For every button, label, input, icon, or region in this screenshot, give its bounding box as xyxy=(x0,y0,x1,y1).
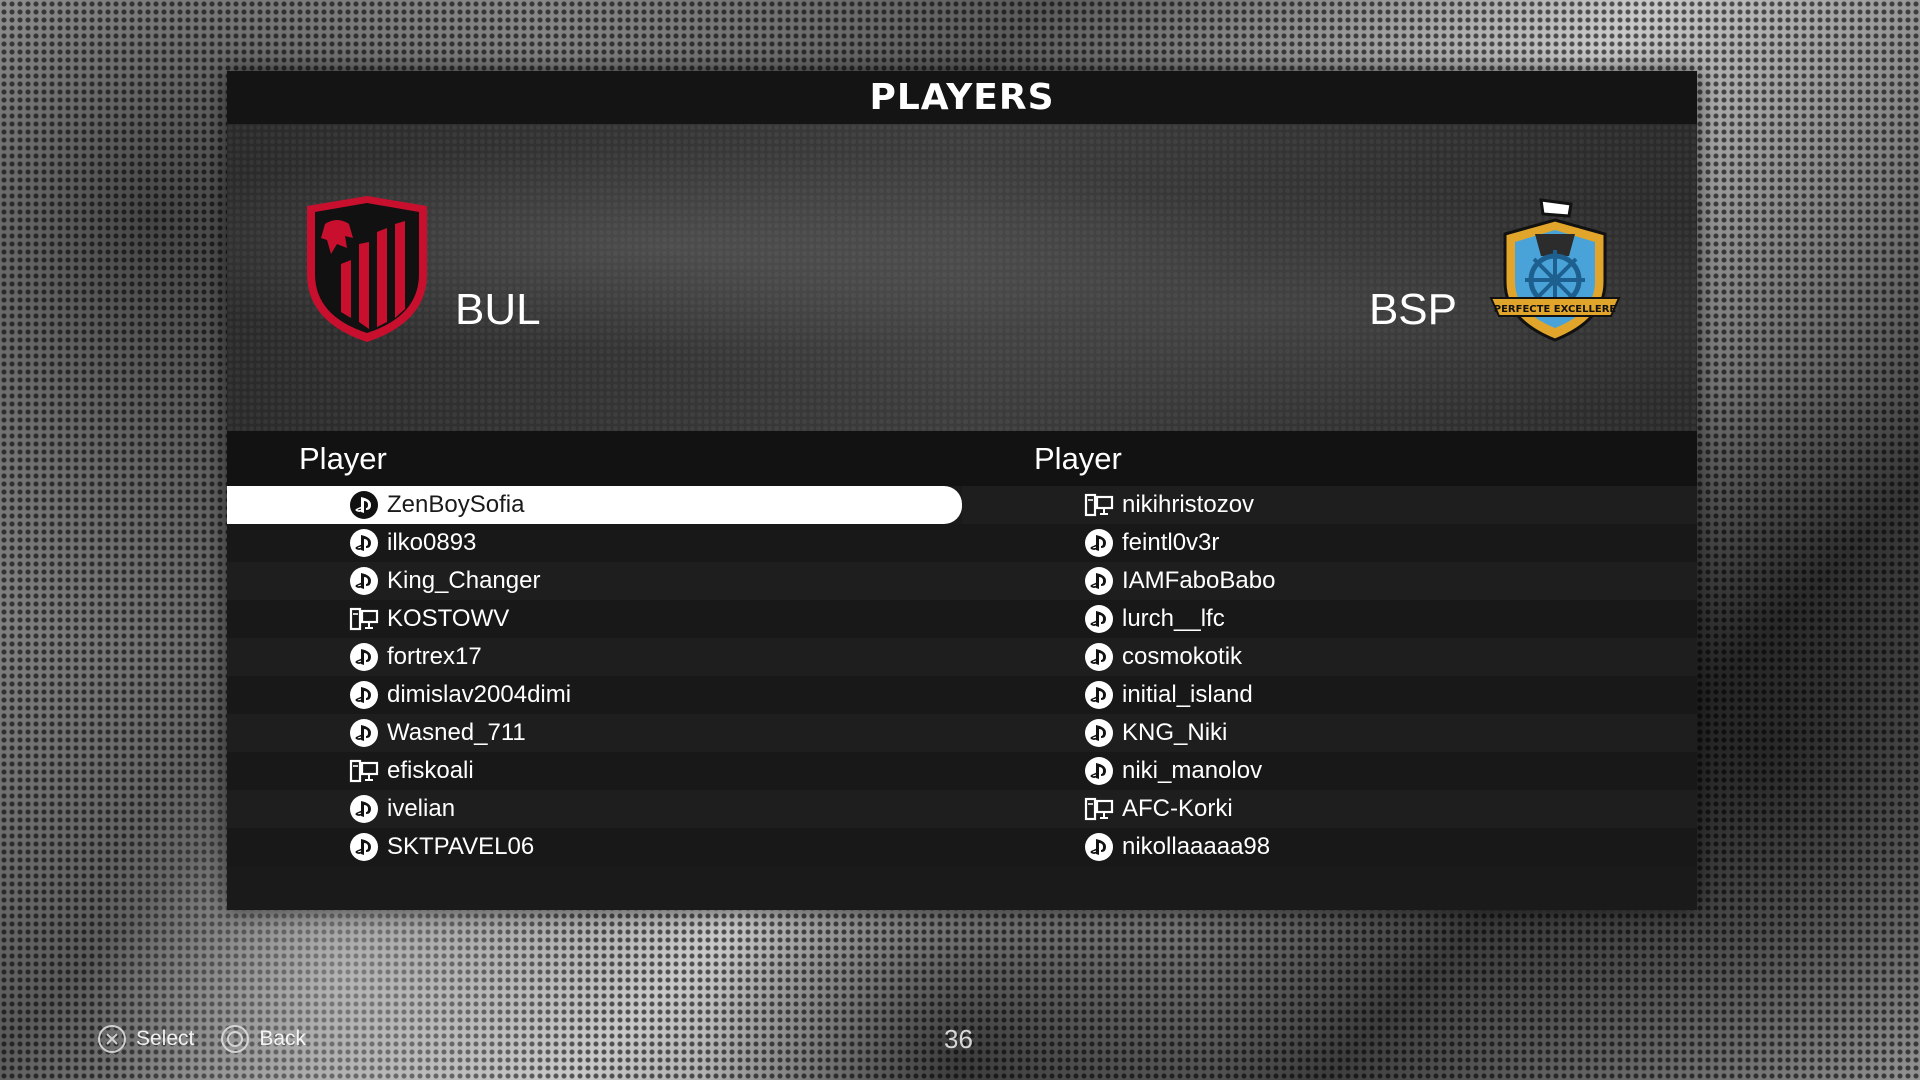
playstation-icon xyxy=(349,642,379,672)
playstation-icon xyxy=(1084,756,1114,786)
player-row[interactable]: ilko0893 xyxy=(227,524,962,562)
player-name: dimislav2004dimi xyxy=(387,681,572,708)
playstation-icon xyxy=(349,490,379,520)
player-row[interactable]: King_Changer xyxy=(227,562,962,600)
pc-icon xyxy=(1084,490,1114,520)
playstation-icon xyxy=(1084,718,1114,748)
pc-icon xyxy=(349,756,379,786)
player-name: KNG_Niki xyxy=(1122,719,1228,746)
player-name: SKTPAVEL06 xyxy=(387,833,535,860)
player-row[interactable]: ivelian xyxy=(227,790,962,828)
player-name: nikihristozov xyxy=(1122,491,1255,518)
player-name: King_Changer xyxy=(387,567,541,594)
lion-shield-crest-icon xyxy=(307,196,427,342)
playstation-icon xyxy=(1084,566,1114,596)
playstation-icon xyxy=(1084,528,1114,558)
player-name: ilko0893 xyxy=(387,529,477,556)
cross-button-icon xyxy=(98,1025,126,1053)
timer-counter: 36 xyxy=(944,1024,973,1054)
player-name: ZenBoySofia xyxy=(387,491,525,518)
playstation-icon xyxy=(349,566,379,596)
away-team-abbr: BSP xyxy=(1368,285,1457,334)
ship-wheel-crest-icon: PERFECTE EXCELLERE xyxy=(1489,198,1621,342)
svg-text:PERFECTE EXCELLERE: PERFECTE EXCELLERE xyxy=(1494,304,1617,315)
player-row[interactable]: initial_island xyxy=(962,676,1697,714)
pc-icon xyxy=(349,604,379,634)
playstation-icon xyxy=(349,718,379,748)
away-player-column-header: Player xyxy=(1034,441,1122,476)
player-name: cosmokotik xyxy=(1122,643,1243,670)
playstation-icon xyxy=(349,528,379,558)
player-name: Wasned_711 xyxy=(387,719,526,746)
page-title: PLAYERS xyxy=(227,71,1697,124)
player-row[interactable]: cosmokotik xyxy=(962,638,1697,676)
back-label: Back xyxy=(259,1027,307,1050)
player-row[interactable]: niki_manolov xyxy=(962,752,1697,790)
playstation-icon xyxy=(349,794,379,824)
pc-icon xyxy=(1084,794,1114,824)
player-name: nikollaaaaa98 xyxy=(1122,833,1271,860)
player-name: fortrex17 xyxy=(387,643,482,670)
home-team-abbr: BUL xyxy=(455,285,541,334)
home-team: BUL xyxy=(297,194,541,344)
players-list-header: Player Player xyxy=(227,431,1697,486)
player-row[interactable]: nikollaaaaa98 xyxy=(962,828,1697,866)
teams-banner: BUL BSP PERFECTE EXCELLERE xyxy=(227,124,1697,431)
player-name: KOSTOWV xyxy=(387,605,510,632)
circle-button-icon xyxy=(221,1025,250,1053)
player-row[interactable]: SKTPAVEL06 xyxy=(227,828,962,866)
player-row[interactable]: efiskoali xyxy=(227,752,962,790)
player-row[interactable]: KNG_Niki xyxy=(962,714,1697,752)
player-row[interactable]: IAMFaboBabo xyxy=(962,562,1697,600)
player-row[interactable]: fortrex17 xyxy=(227,638,962,676)
player-row[interactable]: ZenBoySofia xyxy=(227,486,962,524)
back-button[interactable]: Back xyxy=(220,1024,306,1054)
player-row[interactable]: AFC-Korki xyxy=(962,790,1697,828)
player-row[interactable]: lurch__lfc xyxy=(962,600,1697,638)
players-panel: PLAYERS BUL BSP PERFECTE EXCELLERE Playe… xyxy=(227,71,1697,910)
player-name: IAMFaboBabo xyxy=(1122,567,1276,594)
player-name: lurch__lfc xyxy=(1122,605,1225,632)
home-player-column-header: Player xyxy=(299,441,387,476)
player-name: initial_island xyxy=(1122,681,1253,708)
player-row[interactable]: Wasned_711 xyxy=(227,714,962,752)
away-team: BSP PERFECTE EXCELLERE xyxy=(1369,194,1625,344)
select-button[interactable]: Select xyxy=(97,1024,194,1054)
player-name: feintl0v3r xyxy=(1122,529,1220,556)
player-row[interactable]: feintl0v3r xyxy=(962,524,1697,562)
away-player-list: nikihristozov feintl0v3r IAMFaboBabo lurch_… xyxy=(962,486,1697,866)
button-hints: Select Back xyxy=(97,1024,332,1054)
player-row[interactable]: KOSTOWV xyxy=(227,600,962,638)
playstation-icon xyxy=(1084,604,1114,634)
player-name: AFC-Korki xyxy=(1122,795,1233,822)
playstation-icon xyxy=(1084,642,1114,672)
player-row[interactable]: nikihristozov xyxy=(962,486,1697,524)
player-row[interactable]: dimislav2004dimi xyxy=(227,676,962,714)
playstation-icon xyxy=(349,832,379,862)
player-name: efiskoali xyxy=(387,757,474,784)
select-label: Select xyxy=(136,1027,195,1050)
playstation-icon xyxy=(1084,832,1114,862)
player-name: ivelian xyxy=(387,795,456,822)
home-player-list: ZenBoySofia ilko0893 King_Changer KOSTOWV fo… xyxy=(227,486,962,866)
playstation-icon xyxy=(1084,680,1114,710)
playstation-icon xyxy=(349,680,379,710)
player-name: niki_manolov xyxy=(1122,757,1263,784)
